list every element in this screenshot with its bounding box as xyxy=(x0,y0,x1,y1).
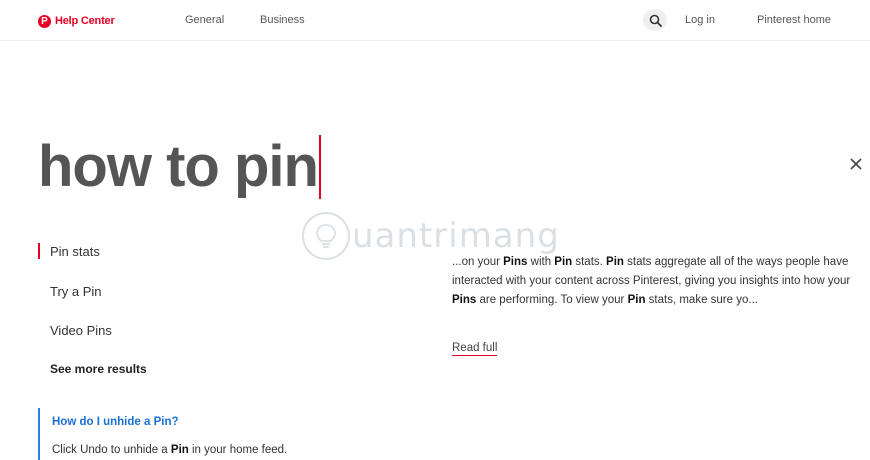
pinterest-logo-icon: P xyxy=(38,14,51,28)
result-label: Pin stats xyxy=(50,243,100,259)
search-query-text: how to pin xyxy=(38,134,319,199)
preview-text-segment: stats. xyxy=(572,256,607,268)
preview-text-segment: with xyxy=(527,256,555,268)
faq-card: How do I unhide a Pin? Click Undo to unh… xyxy=(38,408,460,460)
brand-label: Help Center xyxy=(55,15,115,27)
faq-question-link[interactable]: How do I unhide a Pin? xyxy=(52,416,179,428)
help-center-brand[interactable]: P Help Center xyxy=(38,12,115,30)
faq-answer-text-end: in your home feed. xyxy=(188,444,288,456)
pinterest-home-link[interactable]: Pinterest home xyxy=(757,14,831,26)
help-center-page: P Help Center General Business Log in Pi… xyxy=(0,0,870,460)
search-button[interactable] xyxy=(643,9,667,31)
close-search-button[interactable] xyxy=(846,154,866,174)
see-more-results-link[interactable]: See more results xyxy=(50,362,147,376)
preview-text-segment: ...on your xyxy=(452,256,504,268)
preview-bold-term: Pin xyxy=(606,256,624,268)
search-icon xyxy=(649,14,662,27)
watermark-text: uantrimang xyxy=(352,216,560,256)
search-query-field[interactable]: how to pin xyxy=(38,132,321,202)
preview-bold-term: Pin xyxy=(554,256,573,268)
login-link[interactable]: Log in xyxy=(685,14,715,26)
result-preview-text: ...on your Pins with Pin stats. Pin stat… xyxy=(452,253,852,310)
faq-answer: Click Undo to unhide a Pin in your home … xyxy=(52,444,287,456)
preview-bold-term: Pins xyxy=(452,294,477,306)
top-nav-bar: P Help Center General Business Log in Pi… xyxy=(0,0,870,41)
preview-bold-term: Pins xyxy=(503,256,528,268)
lightbulb-icon xyxy=(302,212,350,260)
faq-answer-text: Click Undo to unhide a xyxy=(52,444,171,456)
preview-text-segment: are performing. To view your xyxy=(476,294,628,306)
close-icon xyxy=(850,158,862,170)
read-full-link[interactable]: Read full xyxy=(452,341,498,356)
preview-text-segment: stats, make sure yo... xyxy=(645,294,758,306)
result-item-pin-stats[interactable]: Pin stats xyxy=(38,241,100,261)
result-item-try-a-pin[interactable]: Try a Pin xyxy=(38,281,102,301)
result-label: Video Pins xyxy=(50,322,112,338)
preview-bold-term: Pin xyxy=(627,294,646,306)
nav-general-link[interactable]: General xyxy=(185,14,224,26)
result-item-video-pins[interactable]: Video Pins xyxy=(38,320,112,340)
nav-business-link[interactable]: Business xyxy=(260,14,305,26)
result-label: Try a Pin xyxy=(50,283,102,299)
text-cursor xyxy=(318,135,321,199)
faq-answer-bold: Pin xyxy=(170,444,189,456)
